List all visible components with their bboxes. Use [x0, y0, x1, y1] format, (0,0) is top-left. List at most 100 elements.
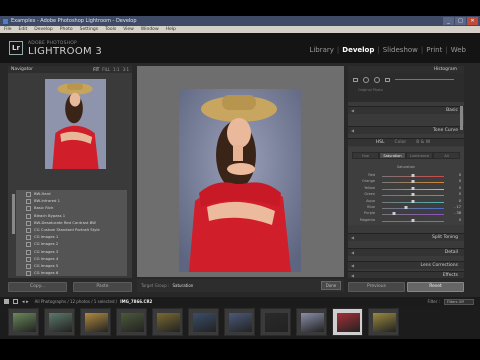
crop-tool-icon[interactable]	[353, 77, 358, 82]
presets-scrollbar[interactable]	[12, 194, 15, 234]
preset-item[interactable]: CG Images 4	[16, 255, 127, 262]
filmstrip-thumbnail[interactable]	[296, 308, 327, 336]
filter-select[interactable]: Filters Off	[444, 298, 474, 305]
thumbnail-image	[301, 313, 324, 332]
copy-button[interactable]: Copy...	[8, 282, 67, 292]
filmstrip-thumbnail[interactable]	[332, 308, 363, 336]
zoom-fit[interactable]: FIT	[93, 67, 99, 72]
right-panel-scrollbar[interactable]	[460, 106, 463, 130]
preset-item[interactable]: CG Images 2	[16, 240, 127, 248]
zoom-3-1[interactable]: 3:1	[123, 67, 129, 72]
main-window-icon[interactable]	[4, 299, 9, 304]
spot-removal-icon[interactable]	[363, 76, 369, 83]
module-library[interactable]: Library	[309, 46, 333, 54]
tab-color[interactable]: Color	[395, 140, 407, 145]
filmstrip-thumbnail[interactable]	[224, 308, 255, 336]
close-button[interactable]: ✕	[467, 17, 478, 25]
filmstrip-thumbnail[interactable]	[152, 308, 183, 336]
menu-help[interactable]: Help	[166, 27, 176, 32]
hsl-slider-knob[interactable]	[411, 186, 415, 190]
hsl-slider-track[interactable]	[382, 208, 444, 209]
filmstrip-thumbnail[interactable]	[8, 308, 39, 336]
adjustment-brush-slider[interactable]	[395, 79, 454, 80]
preset-item[interactable]: CG Images 3	[16, 248, 127, 255]
section-tone-curve[interactable]: ◀ Tone Curve	[348, 126, 464, 134]
subtab-all[interactable]: All	[433, 152, 460, 159]
hsl-slider-knob[interactable]	[404, 206, 408, 209]
minimize-button[interactable]: _	[443, 17, 454, 25]
menu-tools[interactable]: Tools	[105, 27, 116, 32]
target-group-value[interactable]: Saturation	[172, 283, 193, 288]
hsl-slider-knob[interactable]	[392, 212, 396, 216]
main-photo[interactable]	[179, 89, 301, 272]
preset-item[interactable]: Basic Rich	[16, 204, 127, 212]
tab-hsl[interactable]: HSL	[376, 140, 385, 145]
menu-photo[interactable]: Photo	[60, 27, 73, 32]
menu-edit[interactable]: Edit	[19, 27, 28, 32]
hsl-slider-knob[interactable]	[411, 199, 415, 203]
hsl-row-value[interactable]: 0	[449, 192, 461, 196]
preset-item[interactable]: BW-Infrared 1	[16, 197, 127, 205]
hsl-row-value[interactable]: 0	[449, 173, 461, 177]
module-print[interactable]: Print	[426, 46, 442, 54]
section-basic[interactable]: ◀ Basic	[348, 106, 464, 114]
navigator-header[interactable]: Navigator FIT FILL 1:1 3:1	[8, 66, 132, 73]
hsl-slider-knob[interactable]	[411, 174, 415, 177]
menu-develop[interactable]: Develop	[34, 27, 53, 32]
preset-item[interactable]: CG Images 5	[16, 262, 127, 270]
subtab-hue[interactable]: Hue	[352, 152, 379, 159]
done-button[interactable]: Done	[321, 281, 341, 290]
section-effects[interactable]: ◀ Effects	[348, 271, 464, 278]
menu-view[interactable]: View	[123, 27, 134, 32]
hsl-row-value[interactable]: 0	[449, 199, 461, 203]
hsl-row-value[interactable]: 0	[449, 186, 461, 190]
main-canvas[interactable]	[137, 66, 344, 277]
filmstrip-thumbnail[interactable]	[188, 308, 219, 336]
section-detail[interactable]: ◀ Detail	[348, 248, 464, 256]
preset-item[interactable]: CG Images 1	[16, 233, 127, 241]
tab-bw[interactable]: B & W	[416, 140, 430, 145]
filmstrip-source-info[interactable]: All Photographs / 12 photos / 1 selected…	[35, 299, 118, 304]
menu-settings[interactable]: Settings	[80, 27, 98, 32]
previous-button[interactable]: Previous	[348, 282, 405, 292]
subtab-luminance[interactable]: Luminance	[406, 152, 433, 159]
module-develop[interactable]: Develop	[342, 46, 374, 54]
zoom-1-1[interactable]: 1:1	[113, 67, 119, 72]
preset-item[interactable]: BW-Hard	[16, 190, 127, 198]
reset-button[interactable]: Reset	[407, 282, 464, 292]
filmstrip-thumbnail[interactable]	[116, 308, 147, 336]
hsl-row-value[interactable]: - 17	[449, 205, 461, 209]
nav-arrows-icon[interactable]: ◂ ▸	[22, 299, 29, 305]
filmstrip-thumbnail[interactable]	[368, 308, 399, 336]
module-slideshow[interactable]: Slideshow	[383, 46, 418, 54]
preset-item[interactable]: CG Custom Standard Portrait Style	[16, 226, 127, 234]
section-split-toning[interactable]: ◀ Split Toning	[348, 233, 464, 241]
hsl-slider-knob[interactable]	[411, 218, 415, 222]
hsl-row-value[interactable]: - 38	[449, 211, 461, 215]
navigator-preview[interactable]	[45, 79, 106, 169]
histogram-header[interactable]: Histogram	[348, 66, 464, 73]
maximize-button[interactable]: □	[455, 17, 466, 25]
subtab-saturation[interactable]: Saturation	[379, 152, 406, 159]
preset-item[interactable]: BW-Desaturate Red Contrast BW	[16, 219, 127, 226]
menu-file[interactable]: File	[4, 27, 12, 32]
section-lens-corrections[interactable]: ◀ Lens Corrections	[348, 261, 464, 269]
zoom-fill[interactable]: FILL	[102, 67, 110, 72]
hsl-row-magenta[interactable]: Magenta 0	[348, 218, 464, 224]
hsl-slider-track[interactable]	[382, 214, 444, 216]
preset-item[interactable]: Bleach Bypass 1	[16, 212, 127, 219]
graduated-filter-icon[interactable]	[385, 77, 390, 82]
preset-item[interactable]: CG Images 6	[16, 269, 127, 277]
filmstrip-thumbnail[interactable]	[44, 308, 75, 336]
module-web[interactable]: Web	[451, 46, 466, 54]
red-eye-icon[interactable]	[374, 76, 380, 83]
paste-button[interactable]: Paste	[73, 282, 132, 292]
filmstrip-thumbnail[interactable]	[260, 308, 291, 336]
filmstrip-thumbnail[interactable]	[80, 308, 111, 336]
hsl-row-value[interactable]: 0	[449, 218, 461, 222]
hsl-row-value[interactable]: 0	[449, 179, 461, 183]
menu-window[interactable]: Window	[141, 27, 159, 32]
hsl-slider-knob[interactable]	[411, 193, 415, 197]
hsl-slider-knob[interactable]	[411, 180, 415, 184]
second-window-icon[interactable]	[13, 299, 18, 304]
